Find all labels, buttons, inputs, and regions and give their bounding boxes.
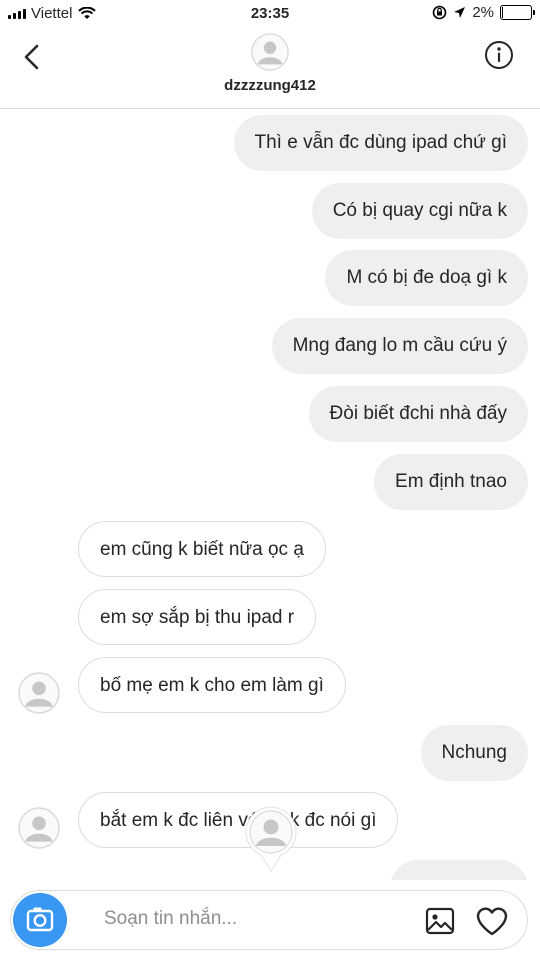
header-avatar[interactable] [251,33,289,71]
back-chevron-icon[interactable] [18,42,48,72]
message-bubble-sent[interactable]: Đòi biết đchi nhà đấy [308,386,528,442]
message-bubble-sent[interactable]: Có bị quay cgi nữa k [311,183,528,239]
sender-avatar[interactable] [18,672,60,714]
message-input[interactable]: Soạn tin nhắn... [104,908,237,930]
message-bubble-received[interactable]: em sợ sắp bị thu ipad r [78,589,317,645]
heart-icon[interactable] [475,905,509,937]
battery-percent: 2% [472,4,494,21]
message-bubble-received[interactable]: bố mẹ em k cho em làm gì [78,657,346,713]
default-avatar-icon [18,672,60,714]
chat-header: dzzzzung412 [0,30,540,109]
message-bubble-sent[interactable]: M có bị đe doạ gì k [325,250,528,306]
message-composer: Soạn tin nhắn... [0,880,540,960]
status-bar: Viettel 23:35 2% [0,0,540,30]
message-bubble-received[interactable]: em cũng k biết nữa ọc ạ [78,521,326,577]
camera-button[interactable] [13,893,67,947]
message-bubble-sent[interactable]: Em định tnao [374,454,528,510]
default-avatar-icon [18,807,60,849]
camera-icon [26,907,54,932]
battery-icon [500,5,535,20]
message-bubble-received[interactable]: bắt em k đc liên với ai k đc nói gì [78,792,399,848]
info-icon[interactable] [484,40,514,70]
typing-avatar-bubble [245,805,297,875]
message-bubble-sent[interactable]: Mng đang lo m cầu cứu ý [271,318,528,374]
orientation-lock-icon [433,5,447,20]
sender-avatar[interactable] [18,807,60,849]
chat-username[interactable]: dzzzzung412 [0,77,540,94]
location-icon [454,7,466,18]
image-icon[interactable] [425,906,455,936]
default-avatar-icon [251,33,289,71]
message-bubble-sent[interactable]: Nchung [420,725,528,781]
message-bubble-sent[interactable]: Thì e vẫn đc dùng ipad chứ gì [233,115,528,171]
